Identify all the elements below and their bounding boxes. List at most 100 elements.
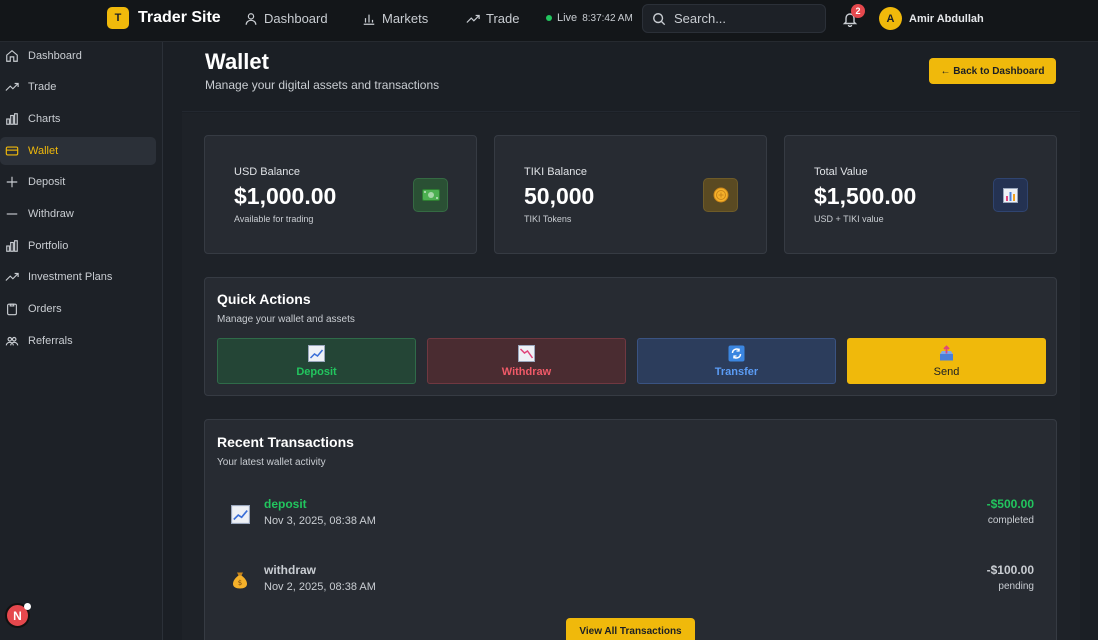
chart-icon	[993, 178, 1028, 212]
svg-text:$: $	[238, 579, 242, 587]
plus-icon	[6, 176, 18, 188]
withdraw-button[interactable]: Withdraw	[427, 338, 626, 384]
notification-count-badge: 2	[851, 4, 865, 18]
view-all-transactions-button[interactable]: View All Transactions	[566, 618, 695, 640]
sidebar-item-label: Investment Plans	[28, 271, 113, 283]
recent-transactions-subtitle: Your latest wallet activity	[217, 457, 326, 468]
transfer-button[interactable]: Transfer	[637, 338, 836, 384]
quick-actions-title: Quick Actions	[217, 291, 311, 307]
dev-tools-dot-icon	[24, 603, 31, 610]
sidebar-item-investment-plans[interactable]: Investment Plans	[0, 263, 156, 291]
user-menu[interactable]: A Amir Abdullah	[879, 7, 984, 30]
sidebar-item-wallet[interactable]: Wallet	[0, 137, 156, 165]
action-label: Send	[933, 365, 960, 378]
transaction-status: pending	[998, 581, 1034, 592]
transaction-date: Nov 2, 2025, 08:38 AM	[264, 581, 376, 593]
back-to-dashboard-button[interactable]: ← Back to Dashboard	[929, 58, 1056, 84]
sidebar-item-referrals[interactable]: Referrals	[0, 327, 156, 355]
topnav-label: Trade	[486, 11, 520, 26]
top-bar: T Trader Site Dashboard Markets Trade Li…	[0, 0, 1098, 42]
minus-icon	[6, 213, 18, 215]
balance-sub: USD + TIKI value	[814, 214, 884, 224]
logo-badge: T	[107, 7, 129, 29]
sidebar: Dashboard Trade Charts Wallet Deposit Wi…	[0, 42, 163, 640]
sidebar-item-label: Orders	[28, 303, 62, 315]
deposit-button[interactable]: Deposit	[217, 338, 416, 384]
usd-balance-card: USD Balance $1,000.00 Available for trad…	[204, 135, 477, 254]
sidebar-item-label: Deposit	[28, 176, 66, 188]
search-box[interactable]	[642, 4, 826, 33]
action-label: Deposit	[296, 365, 337, 378]
topnav-label: Dashboard	[264, 11, 328, 26]
sidebar-item-label: Trade	[28, 81, 57, 93]
balance-label: TIKI Balance	[524, 166, 587, 178]
home-icon	[6, 50, 18, 62]
sidebar-item-charts[interactable]: Charts	[0, 105, 156, 133]
transaction-row[interactable]: deposit Nov 3, 2025, 08:38 AM -$500.00 c…	[217, 494, 1045, 538]
money-bag-icon: $	[229, 569, 251, 591]
sidebar-item-deposit[interactable]: Deposit	[0, 168, 156, 196]
balance-label: Total Value	[814, 166, 868, 178]
live-label: Live	[557, 12, 578, 24]
total-value-card: Total Value $1,500.00 USD + TIKI value	[784, 135, 1057, 254]
sidebar-item-trade[interactable]: Trade	[0, 73, 156, 101]
bar-chart-icon	[6, 240, 18, 252]
clipboard-icon	[7, 303, 17, 316]
coin-icon	[703, 178, 738, 212]
chart-down-icon	[518, 344, 535, 362]
balance-value: $1,000.00	[234, 183, 337, 209]
topnav-dashboard[interactable]: Dashboard	[244, 11, 328, 26]
transaction-type: withdraw	[264, 563, 317, 577]
sidebar-item-withdraw[interactable]: Withdraw	[0, 200, 156, 228]
search-icon	[653, 12, 666, 25]
sidebar-item-label: Wallet	[28, 145, 59, 157]
quick-actions-subtitle: Manage your wallet and assets	[217, 314, 355, 325]
trend-up-icon	[5, 272, 19, 281]
bar-chart-icon	[363, 14, 375, 25]
recent-transactions-card: Recent Transactions Your latest wallet a…	[204, 419, 1057, 640]
sidebar-item-label: Referrals	[28, 335, 73, 347]
quick-actions-card: Quick Actions Manage your wallet and ass…	[204, 277, 1057, 396]
transaction-status: completed	[987, 515, 1034, 526]
sidebar-item-label: Portfolio	[28, 240, 69, 252]
user-icon	[245, 12, 257, 25]
sidebar-item-orders[interactable]: Orders	[0, 295, 156, 323]
search-input[interactable]	[674, 11, 814, 26]
chart-up-icon	[229, 503, 251, 525]
tiki-balance-card: TIKI Balance 50,000 TIKI Tokens	[494, 135, 767, 254]
sidebar-item-dashboard[interactable]: Dashboard	[0, 42, 156, 70]
recent-transactions-title: Recent Transactions	[217, 434, 354, 450]
bar-chart-icon	[6, 113, 18, 125]
page-title: Wallet	[205, 49, 269, 74]
sidebar-item-portfolio[interactable]: Portfolio	[0, 232, 156, 260]
transaction-row[interactable]: $ withdraw Nov 2, 2025, 08:38 AM -$100.0…	[217, 560, 1045, 604]
topnav-label: Markets	[382, 11, 429, 26]
action-label: Withdraw	[501, 365, 552, 378]
action-label: Transfer	[714, 365, 759, 378]
sidebar-item-label: Dashboard	[28, 50, 82, 62]
topnav-trade[interactable]: Trade	[466, 11, 519, 26]
trend-up-icon	[5, 82, 19, 91]
page-subtitle: Manage your digital assets and transacti…	[205, 78, 440, 92]
topnav-markets[interactable]: Markets	[362, 11, 428, 26]
wallet-icon	[5, 146, 19, 156]
trend-up-icon	[466, 14, 480, 23]
send-button[interactable]: Send	[847, 338, 1046, 384]
sidebar-item-label: Withdraw	[28, 208, 74, 220]
transaction-amount: -$500.00	[986, 497, 1034, 511]
balance-value: $1,500.00	[814, 183, 917, 209]
avatar: A	[879, 7, 902, 30]
transaction-type: deposit	[264, 497, 307, 511]
user-name: Amir Abdullah	[909, 12, 984, 25]
outbox-icon	[940, 344, 953, 360]
transaction-date: Nov 3, 2025, 08:38 AM	[264, 515, 376, 527]
balance-value: 50,000	[524, 183, 595, 209]
sidebar-item-label: Charts	[28, 113, 61, 125]
transaction-amount: -$100.00	[986, 563, 1034, 577]
app-name[interactable]: Trader Site	[138, 9, 221, 27]
users-icon	[5, 336, 19, 346]
balance-label: USD Balance	[234, 166, 301, 178]
refresh-icon	[728, 345, 745, 361]
live-status: Live 8:37:42 AM	[546, 12, 633, 24]
money-icon	[413, 178, 448, 212]
